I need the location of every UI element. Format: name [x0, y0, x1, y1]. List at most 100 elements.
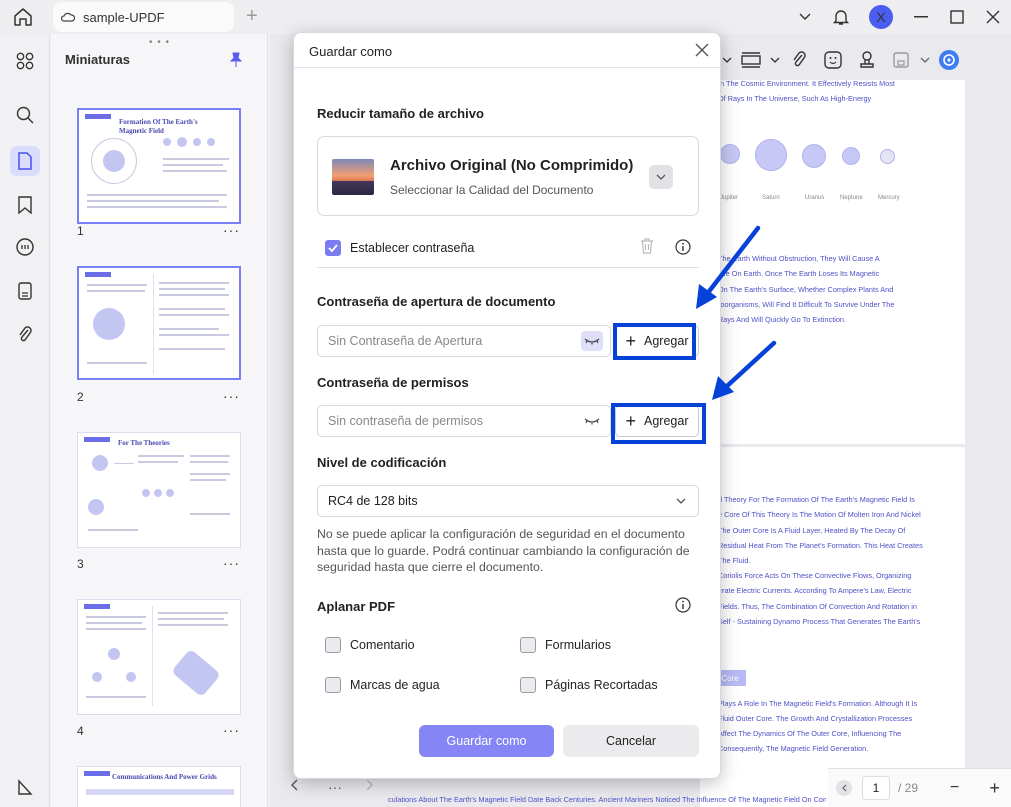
- chevron-down-icon[interactable]: [768, 46, 782, 74]
- bookmark-icon[interactable]: [10, 190, 40, 220]
- page-number: 1: [77, 224, 84, 238]
- set-password-checkbox[interactable]: [325, 240, 341, 256]
- info-icon[interactable]: [675, 239, 691, 255]
- page-text-line: erate Electric Currents. According To Am…: [718, 586, 912, 595]
- page-text-line: The Outer Core Is A Fluid Layer, Heated …: [718, 526, 906, 535]
- encryption-select[interactable]: RC4 de 128 bits: [317, 485, 699, 517]
- divider: [294, 67, 722, 68]
- quality-selector[interactable]: Archivo Original (No Comprimido) Selecci…: [317, 136, 699, 216]
- close-icon[interactable]: [975, 0, 1011, 34]
- page-text-line: Residual Heat From The Planet's Formatio…: [718, 541, 923, 550]
- eye-closed-icon[interactable]: [581, 411, 603, 431]
- page-number: 3: [77, 557, 84, 571]
- trash-icon[interactable]: [640, 237, 654, 255]
- stamp-icon[interactable]: [850, 46, 884, 74]
- prev-page-icon[interactable]: [836, 780, 852, 796]
- planet-graphic: [802, 144, 826, 168]
- more-options-icon[interactable]: ···: [223, 388, 240, 404]
- page-text-line: roorganisms, Will Find It Difficult To S…: [718, 300, 895, 309]
- current-page-input[interactable]: 1: [862, 776, 890, 800]
- new-tab-icon[interactable]: +: [246, 5, 258, 28]
- maximize-icon[interactable]: [939, 0, 975, 34]
- thumbnails-icon[interactable]: [10, 146, 40, 176]
- cancel-button[interactable]: Cancelar: [563, 725, 699, 757]
- save-as-button[interactable]: Guardar como: [419, 725, 554, 757]
- chevron-down-icon[interactable]: [720, 46, 734, 74]
- page-text-line: e Core Of This Theory Is The Motion Of M…: [718, 510, 921, 519]
- page-number: 2: [77, 390, 84, 404]
- page-text-line: Fluid Outer Core. The Growth And Crystal…: [718, 714, 913, 723]
- more-icon[interactable]: ···: [328, 779, 342, 795]
- sticker-icon[interactable]: [816, 46, 850, 74]
- attachment-icon[interactable]: [782, 46, 816, 74]
- quality-thumbnail: [332, 159, 374, 195]
- zoom-out-icon[interactable]: −: [950, 779, 959, 797]
- quality-title: Archivo Original (No Comprimido): [390, 157, 634, 174]
- open-password-placeholder: Sin Contraseña de Apertura: [328, 334, 483, 348]
- flatten-heading: Aplanar PDF: [317, 599, 396, 614]
- page-text-line: culations About The Earth's Magnetic Fie…: [388, 795, 826, 804]
- document-tab[interactable]: sample-UPDF: [53, 2, 234, 32]
- pin-icon[interactable]: [229, 52, 243, 68]
- planet-graphic: [755, 139, 787, 171]
- zoom-in-icon[interactable]: +: [989, 778, 1000, 799]
- attachment-icon[interactable]: [10, 320, 40, 350]
- cropped-pages-checkbox[interactable]: [520, 677, 536, 693]
- page-thumbnail[interactable]: Communications And Power Grids: [77, 766, 241, 807]
- pagination-bar: 1 / 29 − +: [828, 768, 1011, 807]
- forms-checkbox[interactable]: [520, 637, 536, 653]
- dialog-title: Guardar como: [309, 44, 393, 59]
- chevron-down-icon[interactable]: [649, 165, 673, 189]
- page-text-line: Plays A Role In The Magnetic Field's For…: [718, 699, 918, 708]
- more-options-icon[interactable]: ···: [223, 722, 240, 738]
- layers-icon[interactable]: [10, 772, 40, 802]
- close-icon[interactable]: [694, 42, 710, 58]
- chevron-down-icon: [676, 498, 686, 504]
- comment-search-icon[interactable]: [10, 232, 40, 262]
- page-text-line: Life On Earth. Once The Earth Loses Its …: [718, 269, 880, 278]
- watermarks-checkbox[interactable]: [325, 677, 341, 693]
- chevron-down-icon[interactable]: [918, 46, 932, 74]
- search-icon[interactable]: [10, 100, 40, 130]
- minimize-icon[interactable]: [903, 0, 939, 34]
- document-toolbar: [720, 44, 1011, 76]
- quality-subtitle: Seleccionar la Calidad del Documento: [390, 183, 594, 197]
- comment-checkbox[interactable]: [325, 637, 341, 653]
- thumbnails-title: Miniaturas: [65, 52, 131, 67]
- chevron-right-icon[interactable]: [366, 778, 374, 796]
- chevron-left-icon[interactable]: [290, 778, 298, 796]
- drag-handle[interactable]: • • •: [149, 37, 170, 48]
- more-options-icon[interactable]: ···: [223, 222, 240, 238]
- save-icon[interactable]: [884, 46, 918, 74]
- page-thumbnail[interactable]: For The Theories: [77, 432, 241, 548]
- more-options-icon[interactable]: ···: [223, 555, 240, 571]
- open-password-input[interactable]: Sin Contraseña de Apertura: [317, 325, 611, 357]
- thumbnail-heading: For The Theories: [118, 439, 170, 447]
- divider: [317, 267, 699, 268]
- info-icon[interactable]: [675, 597, 691, 613]
- page-text-line: Rays And Will Quickly Go To Extinction.: [718, 315, 847, 324]
- apps-icon[interactable]: [10, 46, 40, 76]
- page-thumbnail[interactable]: Formation Of The Earth's Magnetic Field: [77, 108, 241, 224]
- set-password-label: Establecer contraseña: [350, 241, 475, 255]
- page-thumbnail[interactable]: [77, 599, 241, 715]
- ai-assistant-icon[interactable]: [932, 46, 966, 74]
- page-text-line: Coriolis Force Acts On These Convective …: [718, 571, 912, 580]
- permissions-password-input[interactable]: Sin contraseña de permisos: [317, 405, 611, 437]
- thumbnail-heading: Formation Of The Earth's Magnetic Field: [119, 118, 198, 135]
- eye-closed-icon[interactable]: [581, 331, 603, 351]
- title-bar: sample-UPDF + X: [0, 0, 1011, 34]
- permissions-password-heading: Contraseña de permisos: [317, 375, 469, 390]
- chevron-down-icon[interactable]: [787, 0, 823, 34]
- form-field-icon[interactable]: [734, 46, 768, 74]
- page-text-line: Fields. Thus, The Combination Of Convect…: [718, 602, 917, 611]
- cloud-icon: [61, 12, 75, 22]
- home-icon[interactable]: [12, 7, 34, 27]
- page-thumbnail[interactable]: [77, 266, 241, 380]
- planet-graphic: [842, 147, 860, 165]
- document-icon[interactable]: [10, 276, 40, 306]
- highlight-box: [611, 403, 706, 444]
- bell-icon[interactable]: [823, 0, 859, 34]
- planet-label: Saturn: [762, 195, 780, 201]
- user-avatar[interactable]: X: [869, 5, 893, 29]
